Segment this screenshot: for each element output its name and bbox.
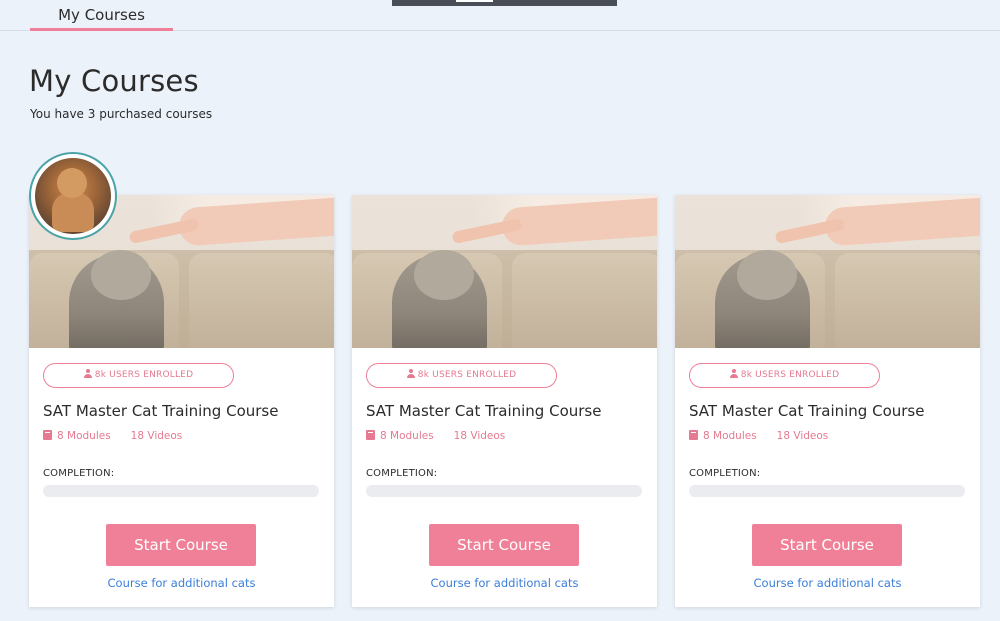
- course-meta: 8 Modules 18 Videos: [43, 430, 182, 442]
- course-card: 8k USERS ENROLLED SAT Master Cat Trainin…: [675, 195, 980, 607]
- thumb-cushion: [835, 253, 980, 348]
- additional-cats-link[interactable]: Course for additional cats: [29, 576, 334, 590]
- top-nav-bar: My Courses: [0, 0, 1000, 31]
- top-overlay-notch: [456, 0, 493, 2]
- course-thumbnail: [675, 195, 980, 348]
- book-icon: [689, 430, 698, 440]
- thumb-cat-head: [91, 250, 151, 300]
- thumb-cushion: [512, 253, 657, 348]
- modules-count: 8 Modules: [380, 430, 434, 442]
- modules-count: 8 Modules: [703, 430, 757, 442]
- person-icon: [83, 369, 92, 378]
- avatar-cat-body: [52, 192, 94, 232]
- completion-label: COMPLETION:: [689, 468, 761, 479]
- course-title: SAT Master Cat Training Course: [43, 402, 279, 420]
- videos-count: 18 Videos: [130, 430, 183, 442]
- enrolled-badge-label: 8k USERS ENROLLED: [740, 370, 840, 380]
- additional-cats-link[interactable]: Course for additional cats: [675, 576, 980, 590]
- thumb-cat-head: [737, 250, 797, 300]
- start-course-button[interactable]: Start Course: [429, 524, 579, 566]
- book-icon: [43, 430, 52, 440]
- avatar-photo: [35, 158, 111, 234]
- top-overlay-strip: [392, 0, 617, 6]
- course-title: SAT Master Cat Training Course: [689, 402, 925, 420]
- videos-count: 18 Videos: [776, 430, 829, 442]
- course-title: SAT Master Cat Training Course: [366, 402, 602, 420]
- tab-my-courses[interactable]: My Courses: [30, 0, 173, 31]
- course-meta: 8 Modules 18 Videos: [366, 430, 505, 442]
- completion-label: COMPLETION:: [366, 468, 438, 479]
- course-card: 8k USERS ENROLLED SAT Master Cat Trainin…: [352, 195, 657, 607]
- enrolled-badge: 8k USERS ENROLLED: [366, 363, 557, 388]
- enrolled-badge: 8k USERS ENROLLED: [43, 363, 234, 388]
- book-icon: [366, 430, 375, 440]
- completion-progress-bar: [689, 485, 965, 497]
- start-course-button[interactable]: Start Course: [106, 524, 256, 566]
- enrolled-badge: 8k USERS ENROLLED: [689, 363, 880, 388]
- avatar-cat-face: [57, 168, 87, 198]
- page-title: My Courses: [29, 64, 199, 98]
- enrolled-badge-label: 8k USERS ENROLLED: [94, 370, 194, 380]
- thumb-cat-head: [414, 250, 474, 300]
- person-icon: [729, 369, 738, 378]
- course-card: 8k USERS ENROLLED SAT Master Cat Trainin…: [29, 195, 334, 607]
- course-meta: 8 Modules 18 Videos: [689, 430, 828, 442]
- completion-progress-bar: [43, 485, 319, 497]
- enrolled-badge-label: 8k USERS ENROLLED: [417, 370, 517, 380]
- completion-label: COMPLETION:: [43, 468, 115, 479]
- thumb-cushion: [189, 253, 334, 348]
- person-icon: [406, 369, 415, 378]
- videos-count: 18 Videos: [453, 430, 506, 442]
- additional-cats-link[interactable]: Course for additional cats: [352, 576, 657, 590]
- user-avatar[interactable]: [29, 152, 117, 240]
- course-thumbnail: [352, 195, 657, 348]
- completion-progress-bar: [366, 485, 642, 497]
- start-course-button[interactable]: Start Course: [752, 524, 902, 566]
- modules-count: 8 Modules: [57, 430, 111, 442]
- page-subtitle: You have 3 purchased courses: [30, 107, 213, 121]
